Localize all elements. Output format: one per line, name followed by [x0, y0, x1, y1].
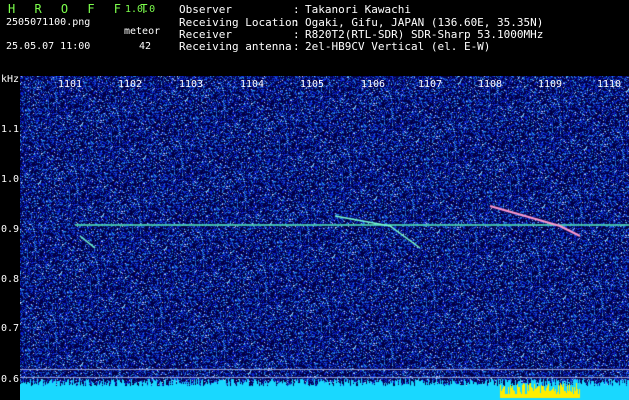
y-tick-label: 0.8: [1, 274, 20, 285]
app-version: 1.0.0: [125, 4, 156, 15]
meteor-count: 42: [139, 41, 152, 52]
meteor-label: meteor: [124, 26, 161, 37]
x-tick-label: 1105: [300, 79, 325, 90]
y-axis-unit: kHz: [1, 74, 20, 85]
x-tick-label: 1102: [118, 79, 143, 90]
y-tick-label: 0.9: [1, 224, 20, 235]
header-panel: H R O F F T 1.0.0 2505071100.png 25.05.0…: [0, 0, 629, 76]
file-name: 2505071100.png: [6, 17, 91, 28]
x-tick-label: 1106: [361, 79, 386, 90]
info-label-observer: Observer: [179, 3, 232, 16]
x-tick-label: 1107: [418, 79, 443, 90]
y-tick-label: 1.0: [1, 174, 20, 185]
y-tick-label: 0.7: [1, 323, 20, 334]
x-tick-label: 1101: [58, 79, 83, 90]
x-tick-label: 1108: [478, 79, 503, 90]
waterfall-canvas: [20, 76, 629, 400]
date-time: 25.05.07 11:00: [6, 41, 91, 52]
x-tick-label: 1104: [240, 79, 265, 90]
spectrogram-waterfall: [20, 76, 629, 400]
y-tick-label: 1.1: [1, 124, 20, 135]
info-separator: :: [293, 3, 300, 16]
x-tick-label: 1110: [597, 79, 622, 90]
info-separator: :: [293, 40, 300, 53]
y-tick-label: 0.6: [1, 374, 20, 385]
info-label-antenna: Receiving antenna: [179, 40, 292, 53]
info-value-antenna: 2el-HB9CV Vertical (el. E-W): [305, 40, 491, 53]
info-value-observer: Takanori Kawachi: [305, 3, 411, 16]
x-tick-label: 1103: [179, 79, 204, 90]
x-tick-label: 1109: [538, 79, 563, 90]
